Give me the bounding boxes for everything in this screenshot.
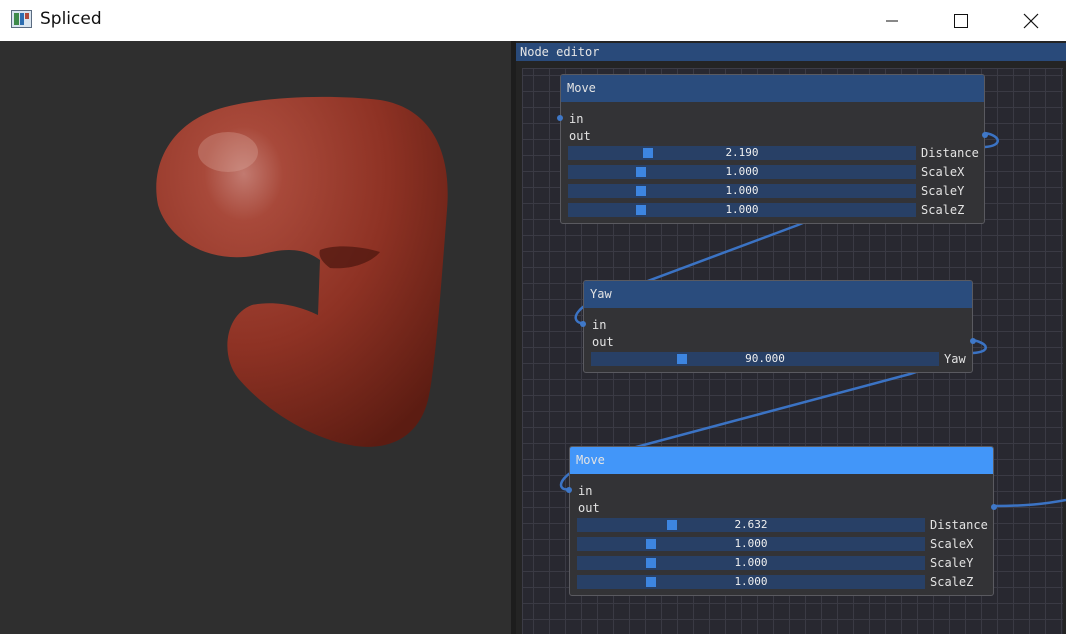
slider-scaley[interactable]: 1.000: [568, 184, 916, 198]
slider-label: Yaw: [944, 352, 966, 366]
output-pin-label: out: [592, 335, 614, 349]
3d-shape: [156, 96, 448, 447]
slider-value: 2.632: [734, 518, 768, 531]
slider-scalez[interactable]: 1.000: [577, 575, 925, 589]
input-pin-label: in: [569, 112, 584, 126]
input-pin-dot[interactable]: [580, 321, 586, 327]
window-titlebar: Spliced: [0, 0, 1066, 41]
input-pin-label: in: [592, 318, 607, 332]
slider-scaley[interactable]: 1.000: [577, 556, 925, 570]
node-editor-title: Node editor: [516, 43, 1066, 61]
output-pin-dot[interactable]: [991, 504, 997, 510]
slider-scalex[interactable]: 1.000: [577, 537, 925, 551]
close-icon: [1023, 13, 1039, 28]
close-button[interactable]: [1008, 0, 1054, 41]
slider-value: 1.000: [725, 203, 759, 216]
node-title[interactable]: Move: [570, 447, 993, 474]
slider-scalex[interactable]: 1.000: [568, 165, 916, 179]
slider-yaw[interactable]: 90.000: [591, 352, 939, 366]
node-title[interactable]: Yaw: [584, 281, 972, 308]
slider-value: 90.000: [745, 352, 785, 365]
output-pin-label: out: [578, 501, 600, 515]
slider-label: ScaleZ: [921, 203, 965, 217]
slider-distance[interactable]: 2.632: [577, 518, 925, 532]
window-title: Spliced: [40, 9, 102, 29]
slider-distance[interactable]: 2.190: [568, 146, 916, 160]
node-yaw[interactable]: Yaw in out 90.000 Yaw: [580, 280, 976, 373]
input-pin-label: in: [578, 484, 593, 498]
app-icon: [11, 10, 32, 28]
minimize-icon: [886, 20, 898, 21]
slider-value: 1.000: [734, 537, 768, 550]
3d-viewport[interactable]: [0, 41, 511, 634]
output-pin-label: out: [569, 129, 591, 143]
slider-label: ScaleX: [921, 165, 965, 179]
slider-label: ScaleX: [930, 537, 974, 551]
output-pin-dot[interactable]: [982, 132, 988, 138]
slider-value: 1.000: [725, 184, 759, 197]
maximize-button[interactable]: [938, 0, 984, 41]
input-pin-dot[interactable]: [557, 115, 563, 121]
output-pin-dot[interactable]: [970, 338, 976, 344]
minimize-button[interactable]: [869, 0, 915, 41]
input-pin-dot[interactable]: [566, 487, 572, 493]
maximize-icon: [954, 13, 968, 28]
slider-value: 1.000: [734, 556, 768, 569]
node-move-2[interactable]: Move in out 2.632 Distance 1.000 ScaleX …: [566, 446, 997, 596]
slider-value: 1.000: [734, 575, 768, 588]
slider-label: Distance: [921, 146, 979, 160]
slider-value: 1.000: [725, 165, 759, 178]
node-title[interactable]: Move: [561, 75, 984, 102]
slider-label: ScaleY: [921, 184, 965, 198]
slider-label: ScaleZ: [930, 575, 974, 589]
slider-label: ScaleY: [930, 556, 974, 570]
slider-scalez[interactable]: 1.000: [568, 203, 916, 217]
slider-value: 2.190: [725, 146, 759, 159]
node-move-1[interactable]: Move in out 2.190 Distance 1.000 ScaleX …: [557, 74, 988, 224]
slider-label: Distance: [930, 518, 988, 532]
